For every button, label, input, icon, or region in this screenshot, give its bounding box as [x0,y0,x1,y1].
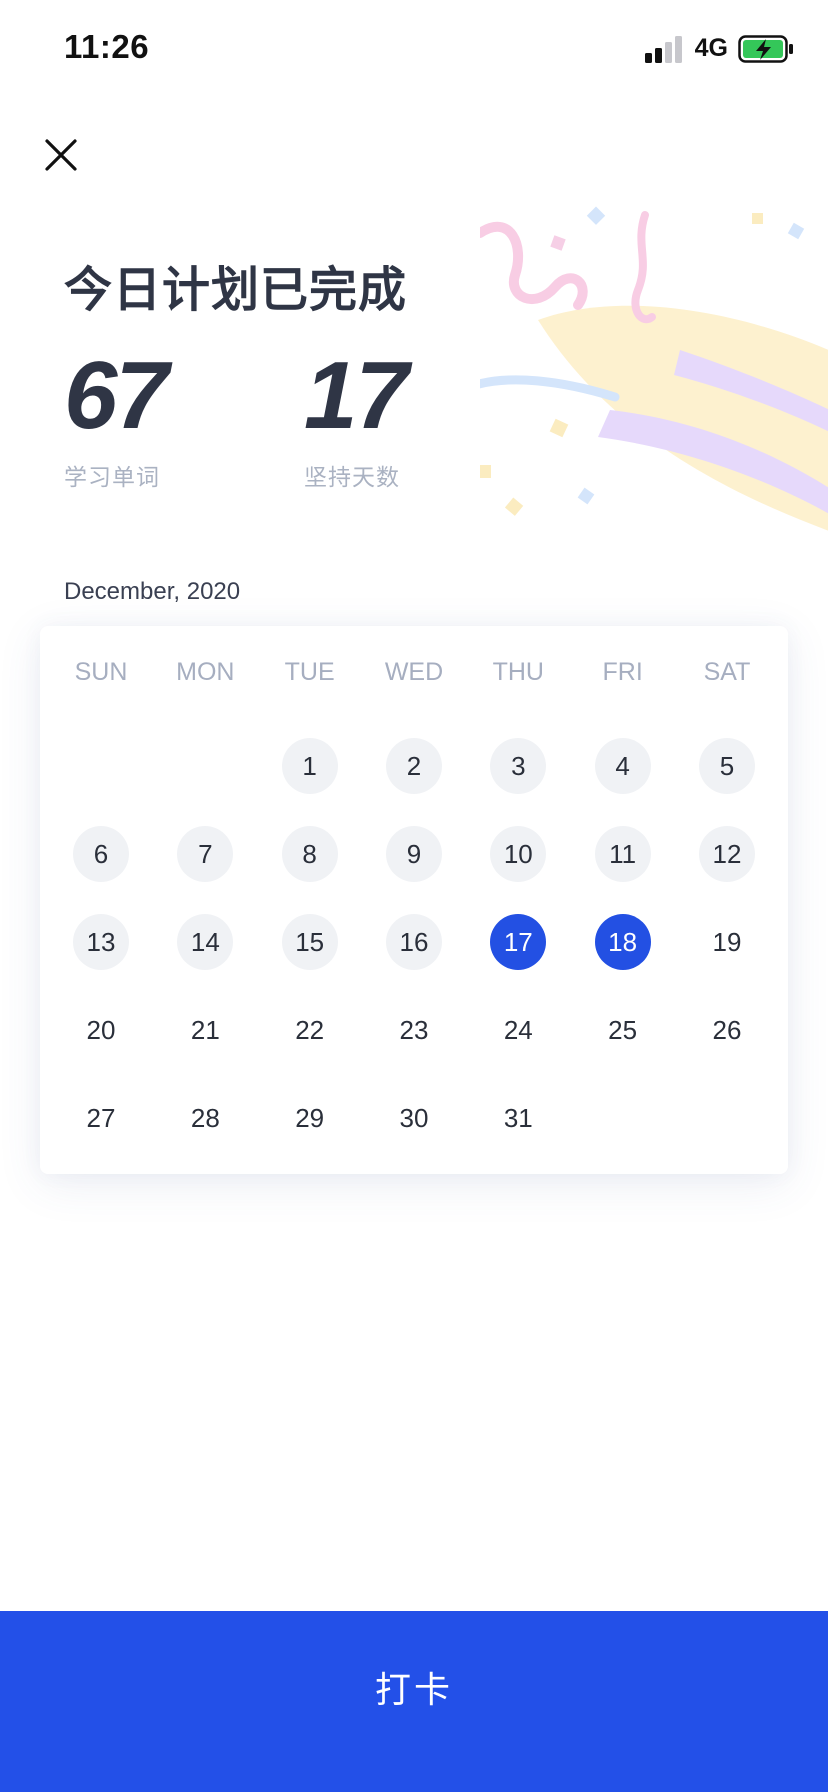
calendar-day-studied[interactable]: 2 [385,738,442,794]
calendar-day-cell: 9 [368,810,460,898]
words-learned-value: 67 [64,342,169,449]
calendar-day-cell: 1 [264,722,356,810]
calendar-day-studied[interactable]: 1 [281,738,338,794]
calendar-day-cell: 11 [577,810,669,898]
weekday-label: FRI [602,658,643,686]
words-learned-label: 学习单词 [64,464,160,490]
calendar-day-studied[interactable]: 8 [281,826,338,882]
calendar-day-cell: 22 [264,986,356,1074]
calendar-day-cell: 24 [472,986,564,1074]
calendar-day[interactable]: 20 [73,1002,129,1058]
calendar-day-cell: 18 [577,898,669,986]
calendar-day-cell: 30 [368,1074,460,1162]
calendar-day-checked[interactable]: 18 [594,914,651,970]
calendar-day-cell: 8 [264,810,356,898]
calendar-card: SUN MON TUE WED THU FRI SAT 1 2 3 4 5 6 7 8 9 10 11 12 13 1… [40,626,788,1174]
calendar-day[interactable]: 22 [282,1002,338,1058]
calendar-day-studied[interactable]: 16 [385,914,442,970]
status-time: 11:26 [64,28,150,65]
calendar-month-label: December, 2020 [64,578,241,605]
calendar-day-cell: 29 [264,1074,356,1162]
weekday-label: WED [384,658,444,686]
calendar-day-cell: 16 [368,898,460,986]
status-bar: 11:26 4G [0,0,828,100]
calendar-day-cell: 21 [159,986,251,1074]
calendar-day-cell: 23 [368,986,460,1074]
calendar-day[interactable]: 25 [595,1002,651,1058]
calendar-day[interactable]: 28 [177,1090,233,1146]
weekday-label: TUE [284,658,335,686]
weekday-label: THU [492,658,544,686]
calendar-day[interactable]: 27 [73,1090,129,1146]
page-title: 今日计划已完成 [64,264,408,317]
calendar-blank-cell [55,722,147,810]
streak-days-stat: 17 坚持天数 [304,342,409,492]
calendar-day[interactable]: 29 [282,1090,338,1146]
calendar-day-studied[interactable]: 6 [73,826,129,882]
calendar-day-studied[interactable]: 5 [698,738,755,794]
calendar-blank-cell [159,722,251,810]
calendar-day-cell: 20 [55,986,147,1074]
words-learned-stat: 67 学习单词 [64,342,169,492]
calendar-day-studied[interactable]: 12 [698,826,755,882]
calendar-day-cell: 31 [472,1074,564,1162]
calendar-day-cell: 17 [472,898,564,986]
calendar-day-cell: 5 [681,722,773,810]
cellular-signal-icon [644,35,682,63]
calendar-day-studied[interactable]: 7 [177,826,234,882]
calendar-day-studied[interactable]: 10 [490,826,547,882]
calendar-day-cell: 4 [577,722,669,810]
network-type-label: 4G [694,34,728,62]
calendar-day-cell: 13 [55,898,147,986]
calendar-day-cell: 10 [472,810,564,898]
streak-days-value: 17 [304,342,409,449]
calendar-days-grid: 1 2 3 4 5 6 7 8 9 10 11 12 13 14 15 16 17 18 19 20 21 22 23 24 2… [40,722,788,1162]
calendar-day-cell: 28 [159,1074,251,1162]
calendar-day-cell: 6 [55,810,147,898]
calendar-day-studied[interactable]: 9 [385,826,442,882]
calendar-day-cell: 25 [577,986,669,1074]
calendar-day-studied[interactable]: 15 [281,914,338,970]
check-in-button[interactable]: 打卡 [0,1611,828,1792]
calendar-day-studied[interactable]: 11 [594,826,651,882]
calendar-day-cell: 19 [681,898,773,986]
status-indicators: 4G [644,34,794,63]
calendar-day-studied[interactable]: 14 [177,914,234,970]
calendar-day[interactable]: 23 [386,1002,442,1058]
close-icon [45,139,77,171]
weekday-label: SAT [703,658,751,686]
calendar-day-cell: 15 [264,898,356,986]
calendar-day-checked[interactable]: 17 [490,914,547,970]
calendar-day[interactable]: 26 [699,1002,755,1058]
battery-charging-icon [738,34,793,63]
calendar-day[interactable]: 30 [386,1090,442,1146]
calendar-day-cell: 26 [681,986,773,1074]
calendar-day-cell: 2 [368,722,460,810]
party-popper-confetti-icon [480,206,828,531]
calendar-day[interactable]: 31 [490,1090,546,1146]
calendar-day-cell: 3 [472,722,564,810]
calendar-day[interactable]: 19 [699,914,755,970]
weekday-label: SUN [74,658,128,686]
calendar-day-cell: 12 [681,810,773,898]
calendar-day-cell: 14 [159,898,251,986]
calendar-day-studied[interactable]: 13 [73,914,129,970]
weekday-label: MON [176,658,235,686]
streak-days-label: 坚持天数 [304,464,400,490]
calendar-day-studied[interactable]: 4 [594,738,651,794]
calendar-day[interactable]: 24 [490,1002,546,1058]
close-button[interactable] [38,132,84,178]
calendar-day-studied[interactable]: 3 [490,738,547,794]
weekday-header: SUN MON TUE WED THU FRI SAT [40,658,788,687]
calendar-day-cell: 27 [55,1074,147,1162]
calendar-day-cell: 7 [159,810,251,898]
calendar-day[interactable]: 21 [177,1002,233,1058]
